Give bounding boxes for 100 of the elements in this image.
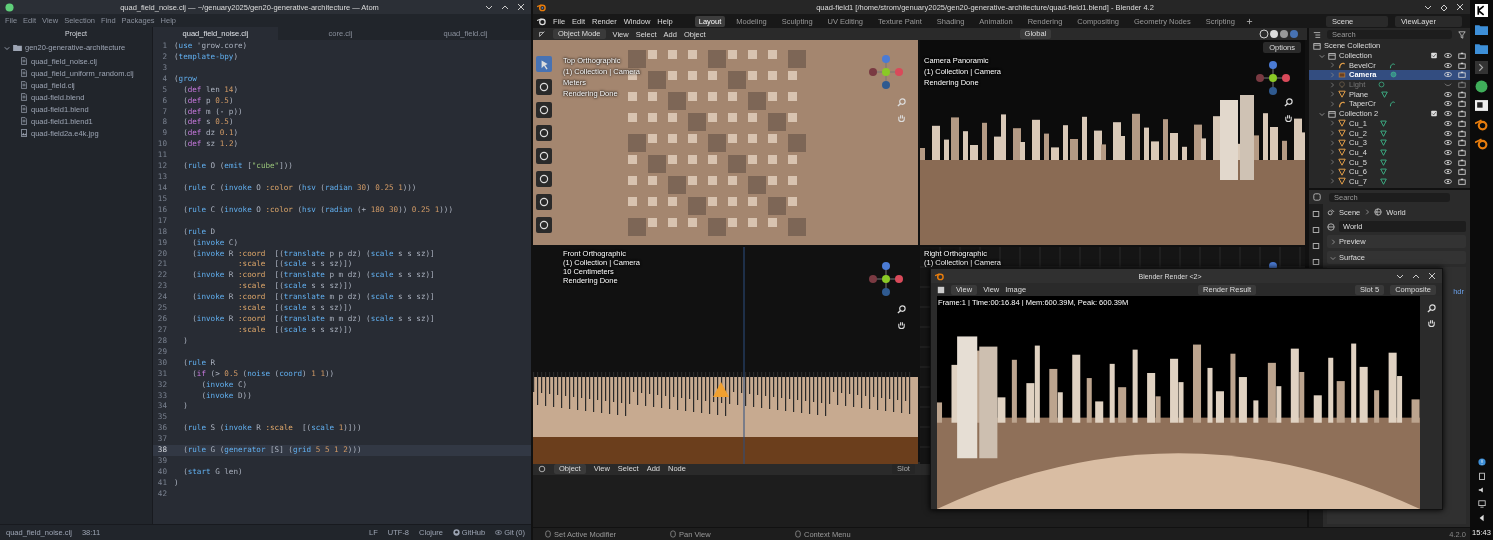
scene-icon	[1327, 208, 1335, 216]
editor-type-icon[interactable]	[538, 464, 546, 473]
eye-icon[interactable]	[1444, 52, 1452, 60]
maximize-icon[interactable]	[1440, 3, 1448, 11]
eye-icon[interactable]	[1444, 100, 1452, 108]
file-icon	[21, 93, 27, 101]
mesh-data-icon[interactable]	[1381, 90, 1389, 98]
mouse-icon	[545, 530, 551, 538]
hand-icon[interactable]	[1284, 114, 1293, 123]
file-icon	[21, 69, 27, 77]
eye-icon[interactable]	[1444, 148, 1452, 156]
chevron-icon	[1330, 238, 1336, 245]
blender-app-icon[interactable]	[1475, 137, 1488, 150]
blender-app-icon[interactable]	[1475, 118, 1488, 131]
curve-data-icon[interactable]	[1388, 61, 1396, 69]
atom-app-icon[interactable]	[1475, 80, 1488, 93]
axis-gizmo-icon[interactable]	[1253, 60, 1293, 96]
close-icon[interactable]	[517, 3, 525, 11]
curve-icon	[1338, 99, 1346, 108]
eye-icon[interactable]	[1444, 71, 1452, 79]
eye-icon[interactable]	[1444, 158, 1452, 166]
blender-logo-icon[interactable]	[537, 16, 546, 26]
globe-icon	[1374, 208, 1383, 216]
tool-icon[interactable]	[536, 148, 552, 164]
maximize-icon[interactable]	[1412, 272, 1420, 280]
camera-icon[interactable]	[1458, 90, 1466, 98]
image-file-icon	[21, 129, 27, 137]
camera-icon[interactable]	[1458, 158, 1466, 166]
globe-icon[interactable]	[1327, 222, 1335, 231]
filter-icon[interactable]	[1458, 30, 1466, 39]
checkbox-icon[interactable]	[1430, 52, 1438, 60]
editor-type-icon[interactable]	[1313, 193, 1321, 201]
eye-icon[interactable]	[1444, 119, 1452, 127]
monitor-icon[interactable]	[1477, 500, 1486, 508]
minimize-icon[interactable]	[485, 3, 493, 11]
close-icon[interactable]	[1456, 3, 1464, 11]
tool-icon[interactable]	[536, 79, 552, 95]
hand-icon[interactable]	[1426, 319, 1436, 328]
camera-icon[interactable]	[1458, 119, 1466, 127]
chevron-icon	[1364, 209, 1371, 215]
eye-icon[interactable]	[1444, 168, 1452, 176]
minimize-icon[interactable]	[1424, 3, 1432, 11]
camera-icon[interactable]	[1458, 129, 1466, 137]
file-icon	[21, 117, 27, 125]
file-icon	[21, 105, 27, 113]
eye-icon[interactable]	[1444, 110, 1452, 118]
expand-icon[interactable]	[1477, 514, 1486, 522]
camera-icon[interactable]	[1458, 61, 1466, 69]
zoom-icon[interactable]	[1284, 98, 1293, 107]
window-app-icon[interactable]	[1475, 99, 1488, 112]
volume-icon[interactable]	[1477, 486, 1486, 494]
maximize-icon[interactable]	[501, 3, 509, 11]
editor-type-icon[interactable]	[538, 30, 546, 38]
blender-logo-icon	[935, 271, 944, 281]
axis-gizmo-icon[interactable]	[866, 261, 906, 297]
add-icon[interactable]	[1245, 17, 1253, 25]
collection-icon	[1328, 109, 1336, 118]
close-icon[interactable]	[1428, 272, 1436, 280]
eye-icon[interactable]	[1444, 177, 1452, 185]
file-icon	[21, 57, 27, 65]
blender-logo-icon	[537, 2, 546, 12]
tool-icon[interactable]	[536, 125, 552, 141]
curve-data-icon[interactable]	[1388, 100, 1396, 108]
eye-icon[interactable]	[1444, 139, 1452, 147]
camera-icon[interactable]	[1458, 177, 1466, 185]
axis-gizmo-icon[interactable]	[866, 54, 906, 90]
triangle-mesh-icon	[1338, 90, 1346, 99]
shading-modes-icon[interactable]	[1259, 29, 1299, 39]
eye-icon[interactable]	[1444, 90, 1452, 98]
tool-icon[interactable]	[536, 102, 552, 118]
eye-icon[interactable]	[1444, 129, 1452, 137]
tool-icon[interactable]	[536, 171, 552, 187]
clipboard-icon[interactable]	[1477, 472, 1486, 480]
checkbox-icon[interactable]	[1430, 110, 1438, 118]
folder-icon[interactable]	[1475, 42, 1488, 55]
mouse-icon	[670, 530, 676, 538]
editor-type-icon[interactable]	[937, 285, 945, 294]
github-icon	[452, 529, 460, 536]
launcher-icon[interactable]	[1475, 4, 1488, 17]
curve-icon	[1338, 61, 1346, 70]
zoom-icon[interactable]	[897, 305, 906, 314]
eye-icon	[495, 529, 503, 536]
notification-icon[interactable]	[1477, 458, 1486, 466]
zoom-icon[interactable]	[1426, 304, 1436, 313]
folder-icon	[13, 44, 22, 51]
folder-icon[interactable]	[1475, 23, 1488, 36]
display-mode-icon[interactable]	[1313, 30, 1321, 39]
minimize-icon[interactable]	[1396, 272, 1404, 280]
hand-icon[interactable]	[897, 321, 906, 330]
camera-object-icon	[1338, 70, 1346, 79]
chevron-icon	[1330, 254, 1336, 261]
eye-icon[interactable]	[1444, 61, 1452, 69]
camera-icon[interactable]	[1458, 148, 1466, 156]
atom-logo-icon	[5, 2, 14, 12]
chevron-icon[interactable]	[4, 44, 10, 51]
light-bulb-icon	[1338, 80, 1346, 89]
tool-icon[interactable]	[536, 217, 552, 233]
tool-icon[interactable]	[536, 194, 552, 210]
terminal-icon[interactable]	[1475, 61, 1488, 74]
mouse-icon	[795, 530, 801, 538]
